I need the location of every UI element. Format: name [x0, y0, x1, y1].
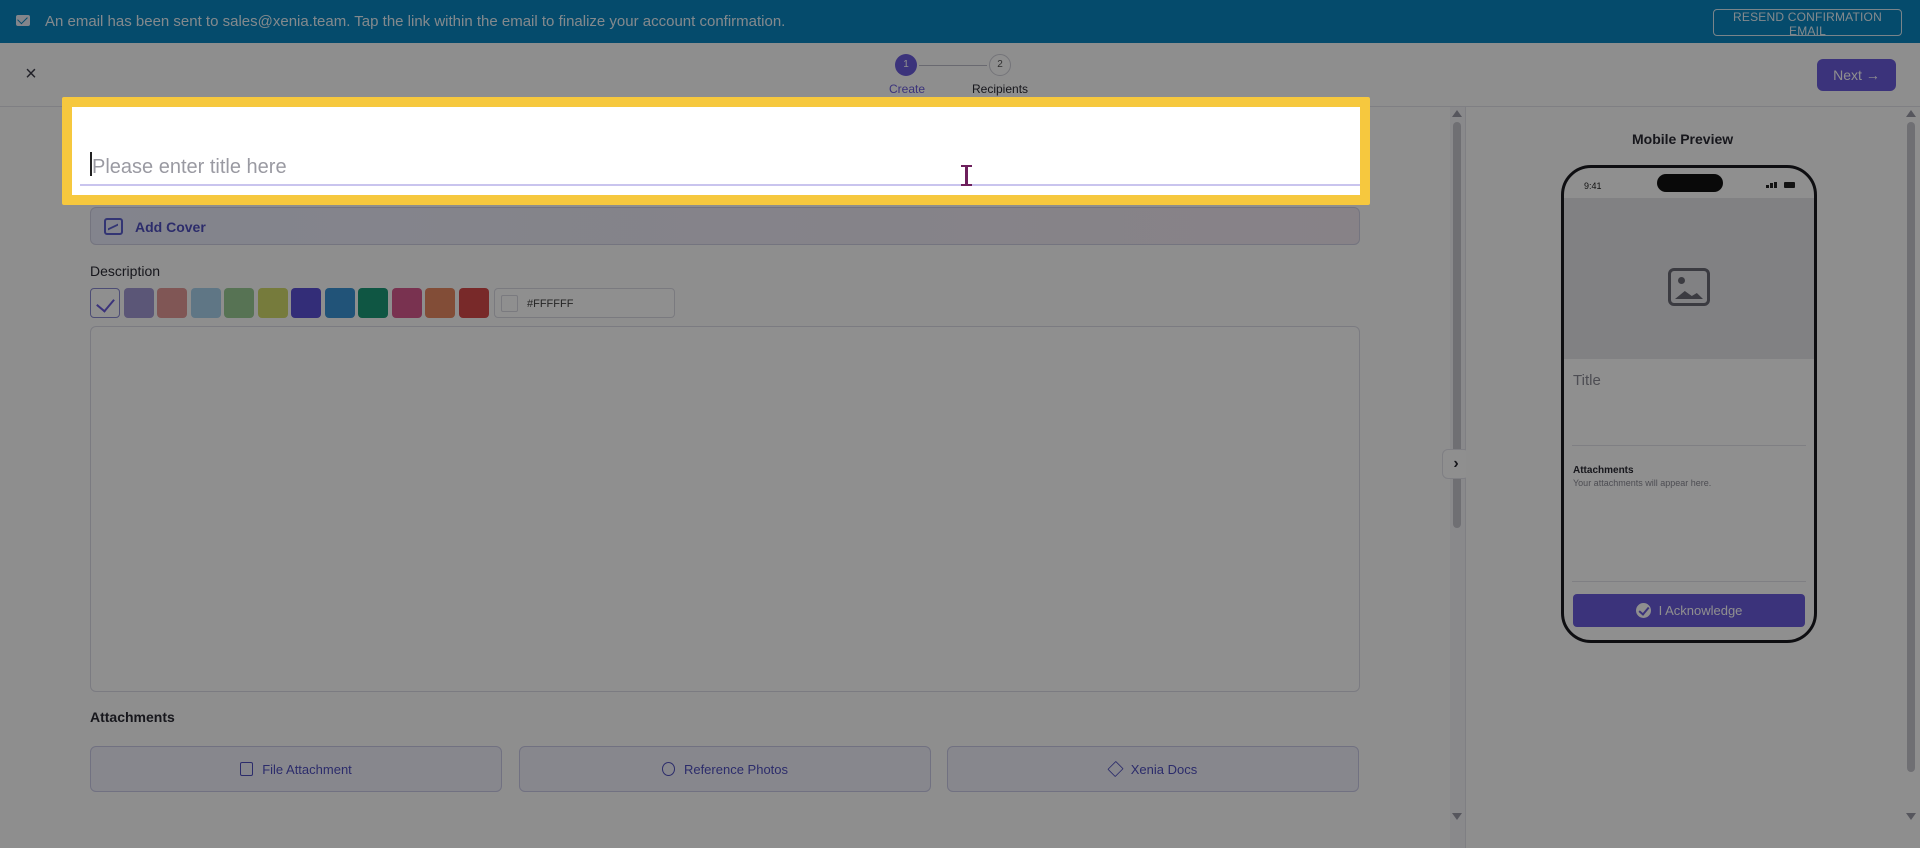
add-cover-label: Add Cover [135, 219, 206, 235]
swatch-selected[interactable] [90, 288, 120, 318]
step-2-label: Recipients [972, 82, 1029, 96]
hex-color-input[interactable]: #FFFFFF [494, 288, 675, 318]
dynamic-island [1657, 174, 1723, 192]
color-swatch[interactable] [425, 288, 455, 318]
battery-icon [1784, 182, 1795, 188]
color-swatch[interactable] [358, 288, 388, 318]
image-placeholder-icon [1668, 268, 1710, 306]
color-swatch[interactable] [257, 288, 288, 318]
color-swatch[interactable] [190, 288, 221, 318]
cover-placeholder [1564, 198, 1814, 359]
file-attachment-button[interactable]: File Attachment [90, 746, 502, 792]
reference-photos-button[interactable]: Reference Photos [519, 746, 931, 792]
photo-icon [661, 762, 675, 776]
add-cover-button[interactable]: Add Cover [90, 207, 1360, 245]
title-input[interactable] [80, 150, 1360, 186]
color-preview-chip [501, 295, 518, 312]
xenia-docs-label: Xenia Docs [1130, 761, 1198, 777]
scroll-up-arrow[interactable] [1452, 110, 1462, 117]
text-caret [90, 152, 92, 176]
color-swatch[interactable] [324, 288, 355, 318]
preview-scroll-up-arrow[interactable] [1906, 110, 1916, 117]
file-icon [240, 762, 254, 776]
mobile-preview-title: Mobile Preview [1632, 131, 1734, 147]
color-swatch[interactable] [458, 288, 489, 318]
color-swatch[interactable] [224, 288, 254, 318]
preview-scroll-down-arrow[interactable] [1906, 813, 1916, 820]
step-connector [919, 65, 987, 66]
image-icon [104, 218, 123, 235]
divider [1572, 445, 1806, 446]
stack-icon [1107, 760, 1124, 778]
xenia-docs-button[interactable]: Xenia Docs [947, 746, 1359, 792]
ibeam-cursor-icon [961, 165, 972, 186]
confirmation-banner: An email has been sent to sales@xenia.te… [0, 0, 1920, 43]
preview-card-title: Title [1573, 372, 1601, 389]
check-circle-icon [1635, 603, 1651, 618]
step-1-label: Create [889, 82, 926, 96]
attachments-label: Attachments [90, 709, 175, 725]
phone-time: 9:41 [1584, 181, 1602, 191]
description-label: Description [90, 263, 161, 279]
scroll-down-arrow[interactable] [1452, 813, 1462, 820]
editor-main: Add Cover Description #FFFFFF Attachment… [0, 107, 1450, 848]
divider [1572, 581, 1806, 582]
color-swatch[interactable] [157, 288, 187, 318]
phone-frame: 9:41 Title Attachments Your attachments … [1561, 165, 1817, 643]
close-icon[interactable]: × [22, 64, 40, 84]
color-swatch[interactable] [291, 288, 321, 318]
acknowledge-button[interactable]: I Acknowledge [1573, 594, 1805, 627]
preview-attachments-heading: Attachments [1573, 465, 1634, 476]
reference-photos-label: Reference Photos [683, 761, 789, 777]
banner-message: An email has been sent to sales@xenia.te… [45, 13, 786, 30]
preview-attachments-empty: Your attachments will appear here. [1573, 478, 1712, 488]
description-editor[interactable] [90, 326, 1360, 692]
mail-icon [16, 15, 30, 26]
hex-value: #FFFFFF [527, 298, 574, 310]
step-2-indicator[interactable]: 2 [989, 54, 1011, 76]
preview-scrollbar[interactable] [1907, 122, 1915, 772]
resend-confirmation-button[interactable]: RESEND CONFIRMATION EMAIL [1713, 9, 1902, 38]
file-attachment-label: File Attachment [262, 761, 352, 777]
color-swatch[interactable] [391, 288, 422, 318]
status-icons [1766, 182, 1796, 188]
color-swatch[interactable] [123, 288, 154, 318]
step-1-indicator[interactable]: 1 [895, 54, 917, 76]
acknowledge-label: I Acknowledge [1658, 603, 1743, 618]
next-button[interactable]: Next → [1817, 59, 1896, 91]
